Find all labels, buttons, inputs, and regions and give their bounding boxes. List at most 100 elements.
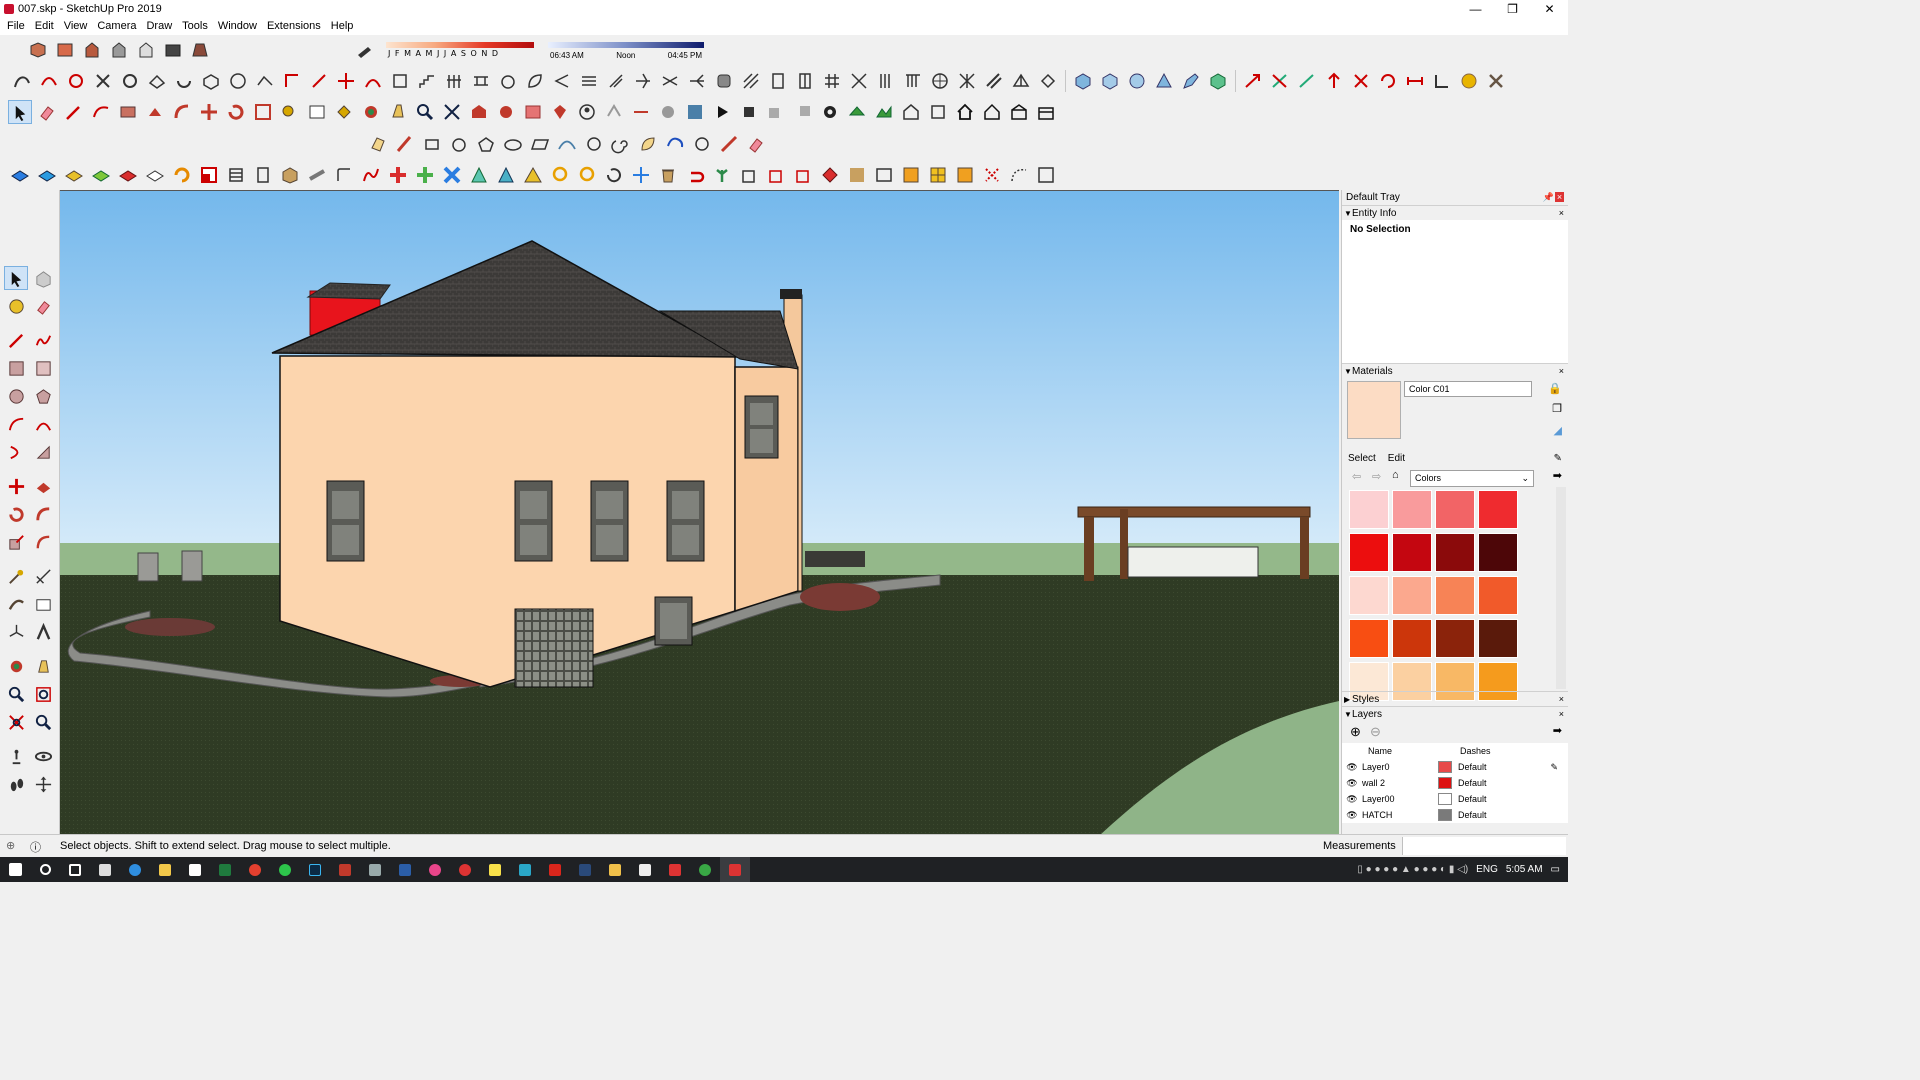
ext-frame-icon[interactable] [872, 163, 896, 187]
stairs-icon[interactable] [415, 69, 439, 93]
eyedropper-icon[interactable]: ✎ [1554, 453, 1562, 464]
panel-close-icon[interactable]: × [1559, 364, 1564, 379]
frame-icon[interactable] [388, 69, 412, 93]
material-swatch-cell[interactable] [1349, 619, 1389, 658]
menu-view[interactable]: View [59, 18, 93, 35]
sketchup-taskbar-icon[interactable] [660, 857, 690, 882]
iso-house-icon[interactable] [899, 100, 923, 124]
rectangle-tool-icon[interactable] [116, 100, 140, 124]
align-icon[interactable] [1430, 69, 1454, 93]
visibility-eye-icon[interactable]: 👁 [1342, 762, 1362, 773]
minimize-button[interactable]: — [1457, 0, 1494, 18]
home-library-icon[interactable]: ⌂ [1392, 469, 1399, 481]
arc-icon[interactable] [4, 412, 28, 436]
move-tool-icon[interactable] [197, 100, 221, 124]
loop-icon[interactable] [172, 69, 196, 93]
slats-icon[interactable] [874, 69, 898, 93]
chrome-icon[interactable] [240, 857, 270, 882]
ext-yellow-plate-icon[interactable] [62, 163, 86, 187]
hand-icon[interactable] [496, 69, 520, 93]
pencil-blue-icon[interactable] [1179, 69, 1203, 93]
ext-cone-2-icon[interactable] [494, 163, 518, 187]
paint-icon[interactable] [4, 294, 28, 318]
material-swatch-cell[interactable] [1392, 490, 1432, 529]
panel-close-icon[interactable]: × [1559, 692, 1564, 707]
pan-icon[interactable] [386, 100, 410, 124]
layer-row[interactable]: 👁 Layer00 Default [1342, 791, 1568, 807]
menu-edit[interactable]: Edit [30, 18, 59, 35]
orbit-tool-icon[interactable] [4, 654, 28, 678]
material-swatch-cell[interactable] [1435, 490, 1475, 529]
red-arrow-icon[interactable] [1241, 69, 1265, 93]
paint-bucket-icon[interactable] [332, 100, 356, 124]
cross-line-icon[interactable] [334, 69, 358, 93]
material-swatch-cell[interactable] [1392, 576, 1432, 615]
rotated-rectangle-icon[interactable] [31, 356, 55, 380]
swatch-scrollbar[interactable] [1556, 487, 1566, 689]
material-swatch-cell[interactable] [1435, 619, 1475, 658]
green-arrow-icon[interactable] [1295, 69, 1319, 93]
menu-camera[interactable]: Camera [92, 18, 141, 35]
hatch-icon[interactable] [739, 69, 763, 93]
tab-select[interactable]: Select [1348, 453, 1376, 464]
rotate-x-icon[interactable] [1376, 69, 1400, 93]
erase-icon[interactable] [31, 294, 55, 318]
arc-line-icon[interactable] [361, 69, 385, 93]
material-swatch-cell[interactable] [1478, 490, 1518, 529]
pie-icon[interactable] [31, 440, 55, 464]
material-swatch-cell[interactable] [1478, 619, 1518, 658]
shape-leaf-icon[interactable] [636, 132, 660, 156]
garage-icon[interactable] [1007, 100, 1031, 124]
move-icon[interactable] [4, 474, 28, 498]
styles-header[interactable]: ▶ Styles × [1342, 691, 1568, 706]
lock-icon[interactable]: 🔒 [1548, 382, 1562, 395]
menu-file[interactable]: File [2, 18, 30, 35]
app-icon[interactable] [600, 857, 630, 882]
polygon-icon[interactable] [31, 384, 55, 408]
ext-tiles-icon[interactable] [845, 163, 869, 187]
month-slider[interactable] [386, 42, 534, 48]
fence-icon[interactable] [442, 69, 466, 93]
ext-box-icon[interactable] [278, 163, 302, 187]
ext-box-red-2-icon[interactable] [791, 163, 815, 187]
ext-white-plate-icon[interactable] [143, 163, 167, 187]
ext-bin-icon[interactable] [656, 163, 680, 187]
layers-details-icon[interactable]: ➡ [1553, 724, 1562, 737]
materials-header[interactable]: ▼ Materials × [1342, 363, 1568, 378]
scale-tool-icon[interactable] [251, 100, 275, 124]
shape-red-pen-icon[interactable] [717, 132, 741, 156]
material-swatch-cell[interactable] [1478, 576, 1518, 615]
ext-nodes-icon[interactable] [1034, 163, 1058, 187]
layer-dashes[interactable]: Default [1458, 810, 1487, 820]
grid-icon[interactable] [820, 69, 844, 93]
shape-arc-icon[interactable] [555, 132, 579, 156]
gold-compass-icon[interactable] [1457, 69, 1481, 93]
dimensions-icon[interactable] [31, 564, 55, 588]
shape-rect-icon[interactable] [420, 132, 444, 156]
rotate-icon[interactable] [4, 502, 28, 526]
ext-blue-plate-icon[interactable] [8, 163, 32, 187]
terrain-icon[interactable] [872, 100, 896, 124]
ext-page-icon[interactable] [251, 163, 275, 187]
material-swatch-cell[interactable] [1349, 490, 1389, 529]
material-swatch-cell[interactable] [1349, 576, 1389, 615]
ext-box-arrow-icon[interactable] [737, 163, 761, 187]
iso-view-icon[interactable] [26, 38, 50, 62]
wedge-icon[interactable] [1152, 69, 1176, 93]
start-icon[interactable] [0, 857, 30, 882]
visibility-eye-icon[interactable]: 👁 [1342, 794, 1362, 805]
material-name-field[interactable]: Color C01 [1404, 381, 1532, 397]
info-icon[interactable]: ⓘ [30, 839, 41, 855]
layer-row[interactable]: 👁 HATCH Default [1342, 807, 1568, 823]
shape-circle-icon[interactable] [447, 132, 471, 156]
offset-icon[interactable] [31, 530, 55, 554]
shape-blue-loop-icon[interactable] [663, 132, 687, 156]
section-icon[interactable] [656, 100, 680, 124]
ext-spline-red-icon[interactable] [359, 163, 383, 187]
rail-icon[interactable] [469, 69, 493, 93]
shadows-toggle-icon[interactable] [352, 39, 376, 63]
app-icon[interactable] [510, 857, 540, 882]
shape-eraser-icon[interactable] [366, 132, 390, 156]
select-icon[interactable] [4, 266, 28, 290]
shape-pencil-icon[interactable] [393, 132, 417, 156]
